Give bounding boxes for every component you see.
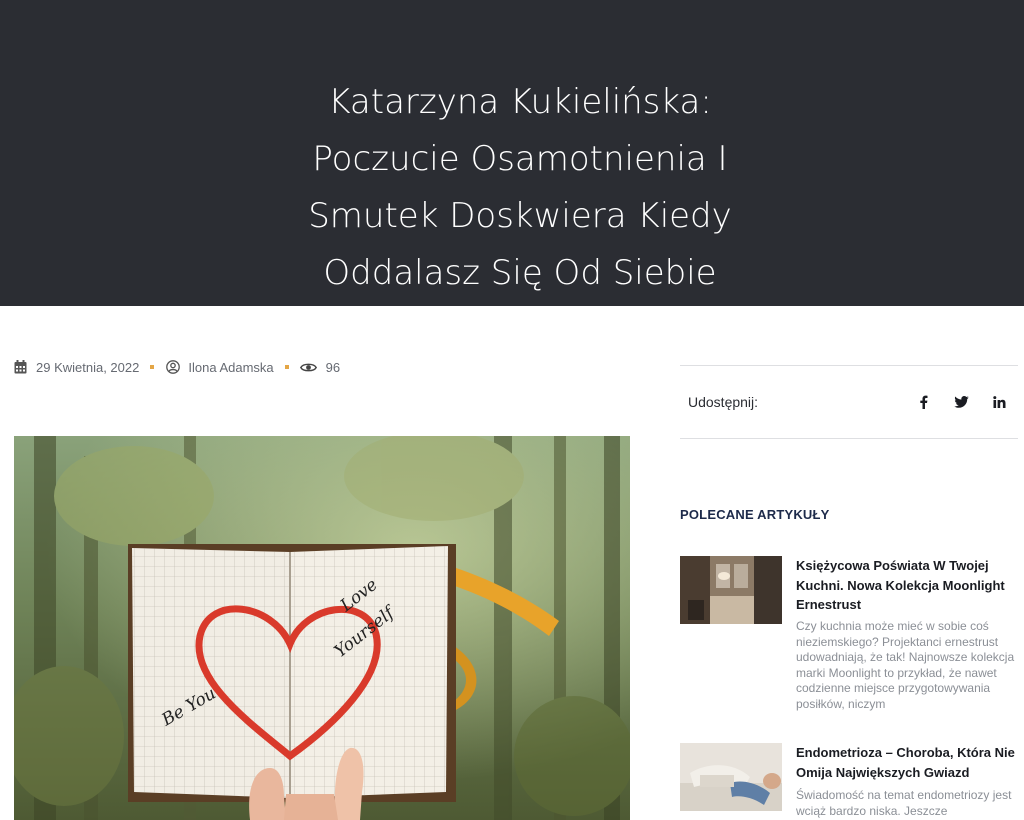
meta-separator [150,365,155,369]
calendar-icon [13,360,28,375]
featured-article-card[interactable]: Endometrioza – Choroba, Która Nie Omija … [680,743,1020,820]
meta-separator [284,365,289,369]
article-author[interactable]: Ilona Adamska [188,360,273,375]
article-featured-image: Love Yourself Be You [14,436,630,820]
title-line: Poczucie Osamotnienia I [312,139,728,179]
eye-icon [300,360,318,375]
article-thumbnail[interactable] [680,743,782,811]
article-card-title[interactable]: Księżycowa Poświata W Twojej Kuchni. Now… [796,556,1021,615]
featured-article-card[interactable]: Księżycowa Poświata W Twojej Kuchni. Now… [680,556,1020,716]
meta-date: 29 Kwietnia, 2022 [13,360,139,375]
view-count: 96 [325,359,341,375]
linkedin-icon[interactable] [990,393,1008,411]
featured-articles-heading: POLECANE ARTYKUŁY [680,507,830,522]
meta-views: 96 [300,360,340,375]
title-line: Smutek Doskwiera Kiedy [308,196,732,236]
share-bar: Udostępnij: [680,365,1018,439]
share-icons [914,393,1008,411]
article-hero: Katarzyna Kukielińska: Poczucie Osamotni… [0,0,1024,306]
facebook-icon[interactable] [914,393,932,411]
article-meta: 29 Kwietnia, 2022 Ilona Adamska 96 [13,357,340,377]
article-date: 29 Kwietnia, 2022 [36,359,140,375]
meta-author[interactable]: Ilona Adamska [165,360,274,375]
twitter-icon[interactable] [952,393,970,411]
article-thumbnail[interactable] [680,556,782,624]
share-label: Udostępnij: [688,394,759,410]
article-card-excerpt: Świadomość na temat endometriozy jest wc… [796,788,1012,818]
title-line: Katarzyna Kukielińska: [328,82,712,122]
article-card-title[interactable]: Endometrioza – Choroba, Która Nie Omija … [796,743,1020,782]
article-card-excerpt: Czy kuchnia może mieć w sobie coś niezie… [796,619,1015,711]
user-icon [165,360,180,375]
title-line: Oddalasz Się Od Siebie [323,253,717,293]
article-title: Katarzyna Kukielińska: Poczucie Osamotni… [230,74,810,302]
